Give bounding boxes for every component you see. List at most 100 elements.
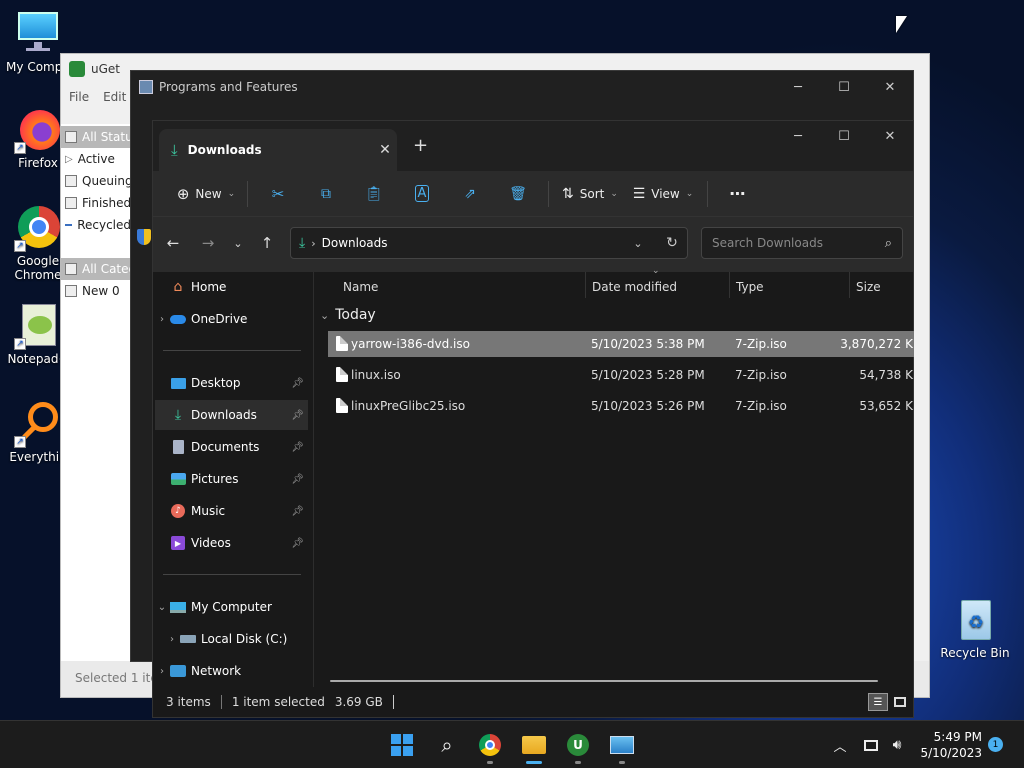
nav-item-desktop[interactable]: Desktop 📌︎ [155, 368, 308, 398]
nav-item-pictures[interactable]: Pictures 📌︎ [155, 464, 308, 494]
uget-status-queuing[interactable]: Queuing [61, 170, 131, 192]
nav-item-onedrive[interactable]: › OneDrive [155, 304, 308, 334]
refresh-icon[interactable]: ↻ [657, 235, 687, 251]
explorer-maximize-button[interactable]: ☐ [821, 121, 867, 151]
file-explorer-window[interactable]: ⤓ Downloads ✕ + ─ ☐ ✕ ⊕ New ⌄ ✂ ⧉ 📋︎ A ⇗… [152, 120, 914, 718]
recent-locations-button[interactable]: ⌄ [226, 231, 250, 255]
taskbar-control-panel[interactable] [608, 731, 636, 764]
pin-icon[interactable]: 📌︎ [291, 538, 304, 549]
file-row[interactable]: linuxPreGlibc25.iso 5/10/2023 5:26 PM 7-… [328, 393, 914, 419]
pin-icon[interactable]: 📌︎ [291, 506, 304, 517]
taskbar-chrome[interactable] [476, 731, 504, 764]
new-button[interactable]: ⊕ New ⌄ [171, 178, 241, 210]
pin-icon[interactable]: 📌︎ [291, 442, 304, 453]
uget-status-all[interactable]: All Statu [61, 126, 131, 148]
breadcrumb-downloads[interactable]: Downloads [322, 236, 619, 250]
tab-downloads[interactable]: ⤓ Downloads ✕ [159, 129, 397, 171]
chevron-down-icon: ⌄ [233, 236, 243, 250]
forward-button[interactable]: → [196, 231, 220, 255]
queue-icon [65, 175, 77, 187]
details-view-toggle[interactable]: ☰ [868, 693, 888, 711]
uget-icon [69, 61, 85, 77]
back-button[interactable]: ← [161, 231, 185, 255]
file-row[interactable]: yarrow-i386-dvd.iso 5/10/2023 5:38 PM 7-… [328, 331, 914, 357]
paste-button[interactable]: 📋︎ [350, 178, 398, 210]
search-icon: ⌕ [441, 733, 453, 757]
nav-item-downloads[interactable]: ⤓ Downloads 📌︎ [155, 400, 308, 430]
uget-category-new[interactable]: New 0 [61, 280, 131, 302]
column-header-name[interactable]: Name [343, 272, 583, 302]
file-row[interactable]: linux.iso 5/10/2023 5:28 PM 7-Zip.iso 54… [328, 362, 914, 388]
plus-circle-icon: ⊕ [176, 184, 190, 203]
search-input[interactable]: Search Downloads ⌕ [701, 227, 903, 259]
pin-icon[interactable]: 📌︎ [291, 474, 304, 485]
chevron-right-icon[interactable]: › [165, 634, 179, 645]
start-button[interactable] [388, 731, 416, 759]
clock[interactable]: 5:49 PM 5/10/2023 [912, 729, 982, 761]
copy-button[interactable]: ⧉ [302, 178, 350, 210]
view-lines-icon: ☰ [632, 185, 646, 202]
group-header-today[interactable]: ⌄ Today [320, 304, 376, 326]
explorer-close-button[interactable]: ✕ [867, 121, 913, 151]
desktop-icon-recycle-bin[interactable]: ♻ Recycle Bin [937, 596, 1013, 660]
column-header-size[interactable]: Size [856, 272, 912, 302]
rename-button[interactable]: A [398, 178, 446, 210]
taskbar-uget[interactable]: U [564, 731, 592, 764]
uget-status-recycled[interactable]: Recycled [61, 214, 131, 236]
chevron-down-icon[interactable]: ⌄ [155, 602, 169, 613]
sort-button[interactable]: ⇅ Sort ⌄ [555, 178, 625, 210]
column-header-date[interactable]: Date modified [592, 272, 728, 302]
chevron-right-icon[interactable]: › [155, 666, 169, 677]
delete-button[interactable]: 🗑︎ [494, 178, 542, 210]
uget-menu-file[interactable]: File [69, 90, 89, 104]
programs-maximize-button[interactable]: ☐ [821, 71, 867, 103]
cloud-icon [169, 311, 187, 327]
explorer-command-bar: ⊕ New ⌄ ✂ ⧉ 📋︎ A ⇗ 🗑︎ ⇅ Sort ⌄ ☰ View ⌄ … [153, 171, 913, 217]
nav-item-network[interactable]: › Network [155, 656, 308, 686]
file-type: 7-Zip.iso [735, 399, 787, 413]
file-type: 7-Zip.iso [735, 368, 787, 382]
nav-item-home[interactable]: ⌂ Home [155, 272, 308, 302]
address-bar[interactable]: ⤓ › Downloads ⌄ ↻ [290, 227, 688, 259]
uget-menu-edit[interactable]: Edit [103, 90, 126, 104]
pin-icon[interactable]: 📌︎ [291, 378, 304, 389]
horizontal-scrollbar[interactable] [330, 680, 878, 682]
cut-button[interactable]: ✂ [254, 178, 302, 210]
more-options-button[interactable]: ⋯ [714, 178, 762, 210]
nav-item-music[interactable]: ♪ Music 📌︎ [155, 496, 308, 526]
explorer-minimize-button[interactable]: ─ [775, 121, 821, 151]
nav-item-documents[interactable]: Documents 📌︎ [155, 432, 308, 462]
notification-badge[interactable]: 1 [988, 737, 1003, 752]
uget-status-finished[interactable]: Finished [61, 192, 131, 214]
show-hidden-icons-button[interactable]: ︿ [826, 731, 854, 759]
monitor-icon [169, 599, 187, 615]
uget-status-active[interactable]: ▷ Active [61, 148, 131, 170]
pin-icon[interactable]: 📌︎ [291, 410, 304, 421]
uget-category-all[interactable]: All Categ [61, 258, 131, 280]
status-selected-count: 1 item selected [231, 695, 325, 709]
volume-icon[interactable]: 🔊︎ [884, 731, 910, 759]
notepadpp-icon: ↗ [14, 302, 62, 350]
network-status-icon[interactable] [858, 731, 884, 759]
programs-close-button[interactable]: ✕ [867, 71, 913, 103]
share-button[interactable]: ⇗ [446, 178, 494, 210]
tab-label: Downloads [187, 143, 262, 157]
nav-item-videos[interactable]: ▶ Videos 📌︎ [155, 528, 308, 558]
arrow-right-icon: → [201, 234, 215, 252]
taskbar-search-button[interactable]: ⌕ [433, 731, 461, 759]
nav-item-local-disk[interactable]: › Local Disk (C:) [155, 624, 308, 654]
address-dropdown-icon[interactable]: ⌄ [625, 237, 651, 250]
chevron-right-icon[interactable]: › [155, 314, 169, 325]
taskbar-file-explorer[interactable] [520, 731, 548, 764]
folder-icon [522, 736, 546, 754]
programs-minimize-button[interactable]: ─ [775, 71, 821, 103]
column-header-type[interactable]: Type [736, 272, 846, 302]
view-button[interactable]: ☰ View ⌄ [625, 178, 701, 210]
chevron-down-icon: ⌄ [320, 308, 330, 322]
file-icon [336, 398, 348, 413]
tab-close-icon[interactable]: ✕ [373, 142, 397, 158]
new-tab-button[interactable]: + [413, 135, 428, 156]
tiles-view-toggle[interactable] [890, 693, 910, 711]
up-button[interactable]: ↑ [255, 231, 279, 255]
nav-item-my-computer[interactable]: ⌄ My Computer [155, 592, 308, 622]
